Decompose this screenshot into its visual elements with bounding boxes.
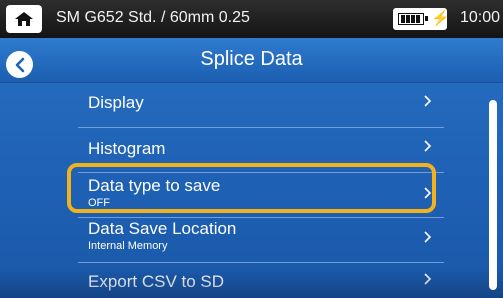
chevron-right-icon <box>424 140 432 152</box>
screen: SM G652 Std. / 60mm 0.25 ⚡ 10:00 Splice … <box>0 0 503 298</box>
battery-charging-icon: ⚡ <box>393 8 450 30</box>
scrollbar[interactable] <box>489 100 497 290</box>
home-icon <box>15 12 33 26</box>
menu-item-label: Export CSV to SD <box>88 272 225 291</box>
home-button[interactable] <box>6 5 42 33</box>
menu-item-data-save-location[interactable]: Data Save Location Internal Memory <box>78 217 444 263</box>
menu-item-display[interactable]: Display <box>78 82 444 128</box>
status-bar: SM G652 Std. / 60mm 0.25 ⚡ 10:00 <box>0 0 503 38</box>
menu-item-label: Histogram <box>88 139 166 158</box>
settings-menu: Display Histogram Data type to save OFF … <box>0 82 503 298</box>
menu-item-value: OFF <box>88 197 110 209</box>
clock: 10:00 <box>460 9 501 26</box>
menu-item-histogram[interactable]: Histogram <box>78 127 444 173</box>
chevron-right-icon <box>424 187 432 199</box>
title-bar: Splice Data <box>0 38 503 83</box>
menu-item-label: Display <box>88 93 144 112</box>
menu-item-export-csv-to-sd[interactable]: Export CSV to SD <box>78 262 444 298</box>
menu-item-value: Internal Memory <box>88 240 168 252</box>
menu-item-label: Data type to save <box>88 176 221 195</box>
menu-item-data-type-to-save[interactable]: Data type to save OFF <box>78 172 444 218</box>
menu-item-label: Data Save Location <box>88 219 237 238</box>
chevron-right-icon <box>424 95 432 107</box>
chevron-right-icon <box>424 231 432 243</box>
chevron-right-icon <box>424 273 432 285</box>
page-title: Splice Data <box>200 48 303 70</box>
fiber-profile-label: SM G652 Std. / 60mm 0.25 <box>56 9 250 26</box>
